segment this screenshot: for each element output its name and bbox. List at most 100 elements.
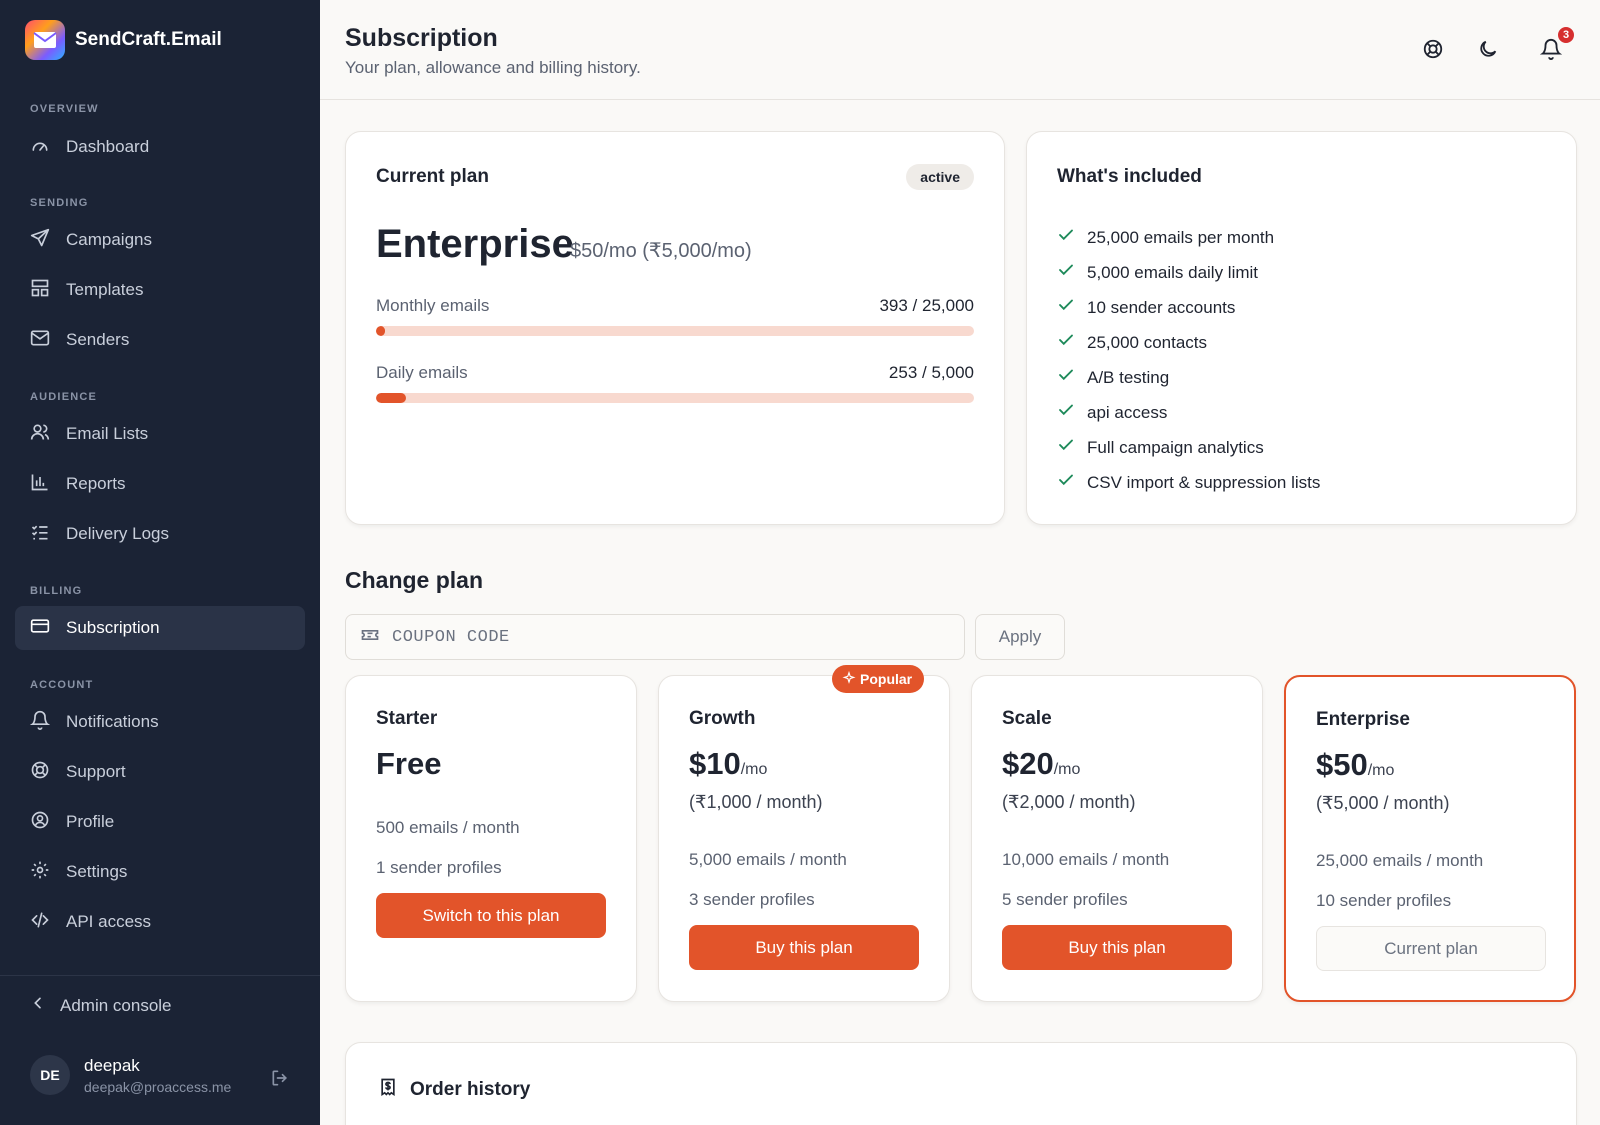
plan-name: Growth bbox=[689, 708, 756, 729]
sidebar-item-campaigns[interactable]: Campaigns bbox=[15, 218, 305, 262]
gauge-icon bbox=[30, 135, 50, 160]
sidebar-item-label: Dashboard bbox=[66, 137, 150, 156]
list-item: 25,000 contacts bbox=[1057, 325, 1320, 360]
plan-price-inr: (₹1,000 / month) bbox=[689, 792, 823, 812]
list-item: 25,000 emails per month bbox=[1057, 220, 1320, 255]
sidebar-item-dashboard[interactable]: Dashboard bbox=[15, 125, 305, 169]
daily-usage-bar bbox=[376, 393, 974, 403]
monthly-usage-fill bbox=[376, 326, 386, 336]
sidebar-item-label: Senders bbox=[66, 330, 130, 349]
notification-badge: 3 bbox=[1556, 25, 1576, 45]
included-card: What's included 25,000 emails per month … bbox=[1026, 131, 1577, 525]
check-icon bbox=[1057, 436, 1075, 459]
section-audience: AUDIENCE bbox=[30, 391, 98, 403]
plan-price-inr: (₹5,000 / month) bbox=[1316, 793, 1450, 813]
logout-icon[interactable] bbox=[270, 1068, 290, 1093]
check-icon bbox=[1057, 331, 1075, 354]
plan-price: $50/mo bbox=[1316, 747, 1394, 783]
user-profile[interactable]: DE deepak deepak@proaccess.me bbox=[30, 1055, 231, 1095]
check-icon bbox=[1057, 366, 1075, 389]
plan-price: $10/mo bbox=[689, 746, 767, 782]
daily-usage-label: Daily emails bbox=[376, 363, 468, 382]
sidebar-item-email-lists[interactable]: Email Lists bbox=[15, 412, 305, 456]
sidebar-item-profile[interactable]: Profile bbox=[15, 800, 305, 844]
plan-card-starter: Starter Free 500 emails / month 1 sender… bbox=[345, 675, 637, 1002]
page-title: Subscription bbox=[345, 24, 498, 52]
plan-price-inr: (₹2,000 / month) bbox=[1002, 792, 1136, 812]
sidebar-item-label: Email Lists bbox=[66, 424, 149, 443]
included-title: What's included bbox=[1057, 166, 1202, 187]
plan-price-period: /mo bbox=[1053, 761, 1081, 778]
buy-plan-button[interactable]: Buy this plan bbox=[1002, 925, 1232, 970]
plan-card-growth: Growth $10/mo (₹1,000 / month) 5,000 ema… bbox=[658, 675, 950, 1002]
sidebar-item-label: Subscription bbox=[66, 618, 160, 637]
feature-label: 10 sender accounts bbox=[1087, 297, 1236, 317]
daily-usage-fill bbox=[376, 393, 407, 403]
list-item: CSV import & suppression lists bbox=[1057, 465, 1320, 500]
plan-price-period: /mo bbox=[1367, 762, 1395, 779]
sidebar-item-label: Profile bbox=[66, 812, 115, 831]
included-list: 25,000 emails per month 5,000 emails dai… bbox=[1057, 220, 1320, 500]
avatar: DE bbox=[30, 1055, 70, 1095]
sidebar-item-settings[interactable]: Settings bbox=[15, 850, 305, 894]
sidebar-item-api-access[interactable]: API access bbox=[15, 900, 305, 944]
dark-mode-icon[interactable] bbox=[1477, 38, 1499, 65]
section-account: ACCOUNT bbox=[30, 679, 94, 691]
list-item: 10 sender accounts bbox=[1057, 290, 1320, 325]
order-history-header: Order history bbox=[378, 1077, 530, 1102]
plan-senders: 3 sender profiles bbox=[689, 890, 815, 909]
sidebar-item-senders[interactable]: Senders bbox=[15, 318, 305, 362]
sidebar-item-label: Notifications bbox=[66, 712, 159, 731]
feature-label: A/B testing bbox=[1087, 367, 1170, 387]
sidebar-item-subscription[interactable]: Subscription bbox=[15, 606, 305, 650]
brand-logo bbox=[25, 20, 65, 60]
check-icon bbox=[1057, 401, 1075, 424]
layout-icon bbox=[30, 278, 50, 303]
plan-senders: 5 sender profiles bbox=[1002, 890, 1128, 909]
sidebar-item-support[interactable]: Support bbox=[15, 750, 305, 794]
switch-plan-button[interactable]: Switch to this plan bbox=[376, 893, 606, 938]
ticket-icon bbox=[360, 625, 380, 650]
sidebar: SendCraft.Email OVERVIEW Dashboard SENDI… bbox=[0, 0, 320, 1125]
order-history-title: Order history bbox=[410, 1078, 531, 1100]
sidebar-item-label: Reports bbox=[66, 474, 126, 493]
sparkles-icon bbox=[842, 670, 856, 688]
credit-card-icon bbox=[30, 616, 50, 641]
plan-price-period: /mo bbox=[740, 761, 768, 778]
change-plan-title: Change plan bbox=[345, 567, 484, 593]
brand[interactable]: SendCraft.Email bbox=[25, 20, 222, 60]
support-icon[interactable] bbox=[1422, 38, 1444, 65]
current-plan-button: Current plan bbox=[1316, 926, 1546, 971]
plan-senders: 1 sender profiles bbox=[376, 858, 502, 877]
gear-icon bbox=[30, 860, 50, 885]
current-plan-price: $50/mo (₹5,000/mo) bbox=[570, 240, 752, 262]
list-item: Full campaign analytics bbox=[1057, 430, 1320, 465]
section-overview: OVERVIEW bbox=[30, 103, 99, 115]
list-item: api access bbox=[1057, 395, 1320, 430]
check-icon bbox=[1057, 296, 1075, 319]
check-icon bbox=[1057, 471, 1075, 494]
plan-price-value: $20 bbox=[1002, 746, 1054, 781]
admin-console-link[interactable]: Admin console bbox=[30, 995, 172, 1016]
section-billing: BILLING bbox=[30, 585, 83, 597]
check-icon bbox=[1057, 261, 1075, 284]
sidebar-divider bbox=[0, 975, 320, 976]
monthly-usage-bar bbox=[376, 326, 974, 336]
mail-icon bbox=[30, 328, 50, 353]
plan-emails: 10,000 emails / month bbox=[1002, 850, 1170, 869]
coupon-input[interactable] bbox=[392, 627, 932, 647]
monthly-usage-label: Monthly emails bbox=[376, 296, 490, 315]
sidebar-item-label: API access bbox=[66, 912, 152, 931]
popular-badge: Popular bbox=[832, 665, 925, 693]
sidebar-item-notifications[interactable]: Notifications bbox=[15, 700, 305, 744]
apply-coupon-button[interactable]: Apply bbox=[975, 614, 1065, 660]
list-item: A/B testing bbox=[1057, 360, 1320, 395]
sidebar-item-reports[interactable]: Reports bbox=[15, 462, 305, 506]
buy-plan-button[interactable]: Buy this plan bbox=[689, 925, 919, 970]
user-name: deepak bbox=[84, 1055, 140, 1075]
plan-card-enterprise: Enterprise $50/mo (₹5,000 / month) 25,00… bbox=[1284, 675, 1576, 1002]
sidebar-item-delivery-logs[interactable]: Delivery Logs bbox=[15, 512, 305, 556]
sidebar-item-templates[interactable]: Templates bbox=[15, 268, 305, 312]
coupon-field[interactable] bbox=[345, 614, 965, 660]
feature-label: Full campaign analytics bbox=[1087, 437, 1264, 457]
